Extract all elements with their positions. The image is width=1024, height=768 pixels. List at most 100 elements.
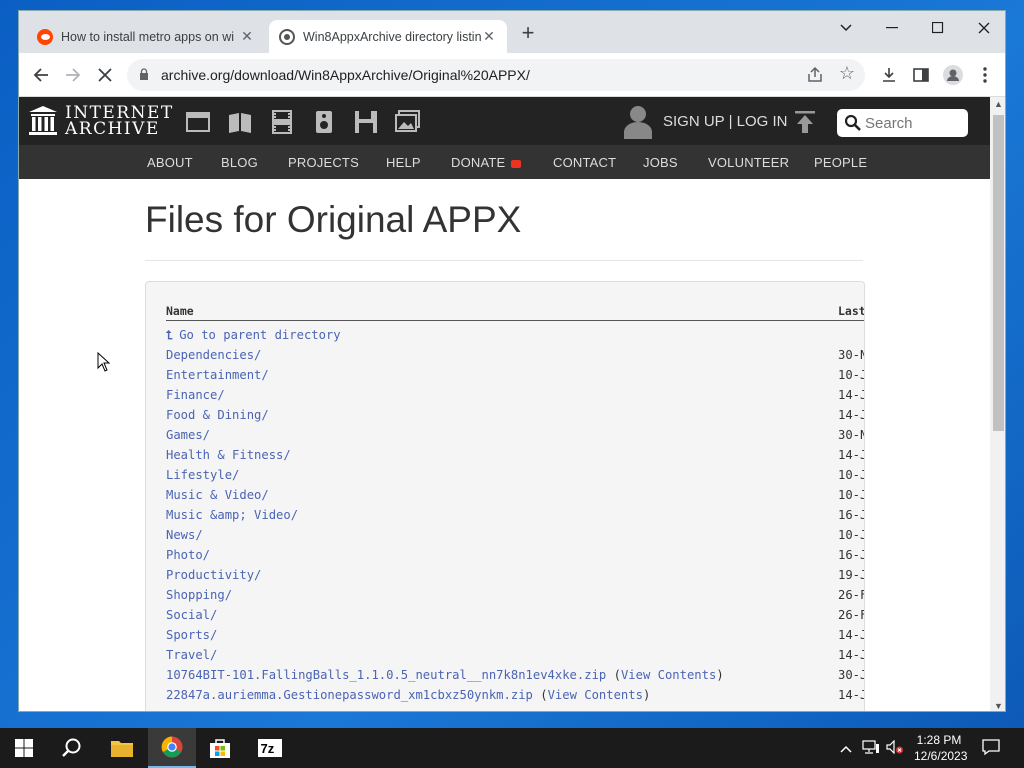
7zip-button[interactable]: 7z <box>246 728 294 768</box>
file-explorer-button[interactable] <box>98 728 146 768</box>
file-date: 14-J <box>838 388 865 402</box>
ia-logo[interactable]: INTERNET ARCHIVE <box>29 105 174 139</box>
column-header-last-modified[interactable]: Last <box>838 304 864 318</box>
audio-speaker-icon[interactable] <box>311 109 337 135</box>
file-link[interactable]: Social/ <box>166 608 217 622</box>
nav-about[interactable]: ABOUT <box>147 155 193 170</box>
file-link[interactable]: News/ <box>166 528 203 542</box>
file-date: 26-F <box>838 608 865 622</box>
file-link[interactable]: Productivity/ <box>166 568 261 582</box>
taskbar-search-button[interactable] <box>48 728 96 768</box>
file-link[interactable]: Finance/ <box>166 388 225 402</box>
file-link[interactable]: 22847a.auriemma.Gestionepassword_xm1cbxz… <box>166 688 533 702</box>
tab-archive[interactable]: Win8AppxArchive directory listin ✕ <box>269 20 507 53</box>
address-bar[interactable]: archive.org/download/Win8AppxArchive/Ori… <box>127 59 865 91</box>
page-viewport: INTERNET ARCHIVE SIGN UP | LOG IN ABOUT … <box>19 97 990 711</box>
file-link[interactable]: Food & Dining/ <box>166 408 269 422</box>
ia-temple-icon <box>29 106 57 135</box>
tab-search-chevron-icon[interactable] <box>823 15 869 41</box>
file-date: 19-J <box>838 568 865 582</box>
clock-date: 12/6/2023 <box>914 749 968 763</box>
texts-book-icon[interactable] <box>227 109 253 135</box>
minimize-icon[interactable] <box>869 15 915 41</box>
notification-icon[interactable] <box>982 738 1000 759</box>
web-icon[interactable] <box>185 109 211 135</box>
download-icon[interactable] <box>877 63 901 87</box>
menu-kebab-icon[interactable] <box>973 63 997 87</box>
file-link[interactable]: Games/ <box>166 428 210 442</box>
start-button[interactable] <box>0 728 48 768</box>
file-link[interactable]: Health & Fitness/ <box>166 448 291 462</box>
lock-icon[interactable] <box>139 68 149 80</box>
url-text[interactable]: archive.org/download/Win8AppxArchive/Ori… <box>161 67 530 83</box>
table-row: Food & Dining/14-J <box>166 408 864 428</box>
scrollbar-thumb[interactable] <box>993 115 1004 431</box>
clock[interactable]: 1:28 PM 12/6/2023 <box>914 732 968 764</box>
profile-avatar-icon[interactable] <box>941 63 965 87</box>
ia-search-box[interactable] <box>837 109 968 137</box>
file-link[interactable]: Travel/ <box>166 648 217 662</box>
network-icon[interactable] <box>862 740 880 757</box>
video-film-icon[interactable] <box>269 109 295 135</box>
software-floppy-icon[interactable] <box>353 109 379 135</box>
tray-chevron-up-icon[interactable] <box>840 740 852 756</box>
side-panel-icon[interactable] <box>909 63 933 87</box>
nav-donate[interactable]: DONATE <box>451 155 505 170</box>
tab-close-icon[interactable]: ✕ <box>481 28 497 45</box>
file-link[interactable]: Sports/ <box>166 628 217 642</box>
nav-volunteer[interactable]: VOLUNTEER <box>708 155 789 170</box>
new-tab-icon[interactable]: + <box>517 22 539 45</box>
search-input[interactable] <box>865 113 961 133</box>
file-link[interactable]: Music & Video/ <box>166 488 269 502</box>
upload-icon[interactable] <box>795 111 815 133</box>
chrome-taskbar-button[interactable] <box>148 728 196 768</box>
nav-blog[interactable]: BLOG <box>221 155 258 170</box>
stop-loading-icon[interactable] <box>93 63 117 87</box>
share-icon[interactable] <box>805 65 825 85</box>
scroll-down-icon[interactable]: ▼ <box>994 701 1003 711</box>
windows-logo-icon <box>15 739 33 757</box>
page-scrollbar[interactable]: ▲ ▼ <box>990 97 1005 711</box>
ia-logo-line2: ARCHIVE <box>65 119 160 139</box>
store-button[interactable] <box>196 728 244 768</box>
taskbar: 7z 1:28 PM 12/6/2023 <box>0 728 1024 768</box>
forward-arrow-icon[interactable] <box>61 63 85 87</box>
file-date: 30-N <box>838 428 865 442</box>
scroll-up-icon[interactable]: ▲ <box>994 99 1003 109</box>
column-header-name[interactable]: Name <box>166 304 194 318</box>
file-link[interactable]: Music &amp; Video/ <box>166 508 298 522</box>
file-link[interactable]: Lifestyle/ <box>166 468 239 482</box>
table-row: Productivity/19-J <box>166 568 865 588</box>
file-link[interactable]: Dependencies/ <box>166 348 261 362</box>
parent-directory-label[interactable]: Go to parent directory <box>179 328 340 342</box>
tab-reddit[interactable]: How to install metro apps on wi ✕ <box>27 20 265 53</box>
parent-directory-row[interactable]: ⮤ Go to parent directory <box>166 328 864 348</box>
file-link[interactable]: 10764BIT-101.FallingBalls_1.1.0.5_neutra… <box>166 668 606 682</box>
volume-muted-icon[interactable] <box>886 739 904 757</box>
store-bag-icon <box>210 739 230 758</box>
file-link[interactable]: Shopping/ <box>166 588 232 602</box>
signup-login-link[interactable]: SIGN UP | LOG IN <box>663 113 787 130</box>
bookmark-star-icon[interactable]: ☆ <box>839 63 855 84</box>
nav-donate-group[interactable]: DONATE <box>451 155 522 170</box>
images-icon[interactable] <box>395 109 421 135</box>
mouse-cursor-icon <box>97 352 111 372</box>
maximize-icon[interactable] <box>915 15 961 41</box>
parent-directory-link[interactable]: ⮤ Go to parent directory <box>166 328 341 343</box>
nav-jobs[interactable]: JOBS <box>643 155 678 170</box>
table-row: Music & Video/10-J <box>166 488 864 508</box>
nav-projects[interactable]: PROJECTS <box>288 155 359 170</box>
reddit-favicon-icon <box>37 28 53 45</box>
tab-close-icon[interactable]: ✕ <box>239 28 255 45</box>
back-arrow-icon[interactable] <box>29 63 53 87</box>
nav-contact[interactable]: CONTACT <box>553 155 616 170</box>
user-silhouette-icon[interactable] <box>623 105 653 139</box>
file-link[interactable]: Entertainment/ <box>166 368 269 382</box>
nav-help[interactable]: HELP <box>386 155 421 170</box>
close-window-icon[interactable] <box>961 15 1005 41</box>
file-date: 30-N <box>838 348 865 362</box>
view-contents-link[interactable]: View Contents <box>621 668 716 682</box>
file-link[interactable]: Photo/ <box>166 548 210 562</box>
nav-people[interactable]: PEOPLE <box>814 155 867 170</box>
view-contents-link[interactable]: View Contents <box>548 688 643 702</box>
